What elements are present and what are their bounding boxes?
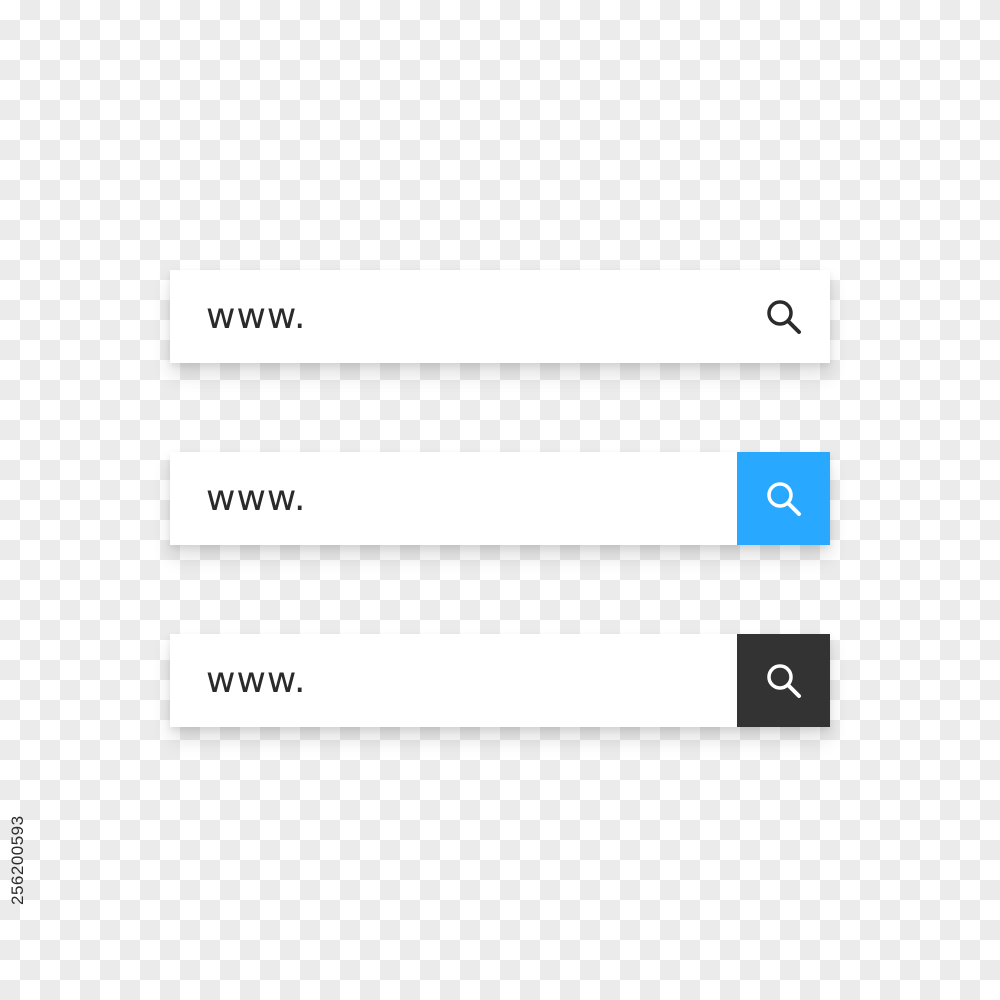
search-icon	[766, 481, 801, 516]
search-button[interactable]	[737, 270, 830, 363]
search-bar-dark[interactable]: www.	[170, 634, 830, 727]
stock-id-watermark: 256200593	[8, 815, 27, 905]
search-icon	[766, 299, 801, 334]
search-icon	[766, 663, 801, 698]
search-button[interactable]	[737, 634, 830, 727]
url-input[interactable]: www.	[206, 452, 306, 545]
url-input[interactable]: www.	[206, 270, 306, 363]
search-bar-blue[interactable]: www.	[170, 452, 830, 545]
search-button[interactable]	[737, 452, 830, 545]
transparent-checkerboard-background: www. www. www. 256200593	[0, 0, 1000, 1000]
url-input[interactable]: www.	[206, 634, 306, 727]
search-bar-plain[interactable]: www.	[170, 270, 830, 363]
